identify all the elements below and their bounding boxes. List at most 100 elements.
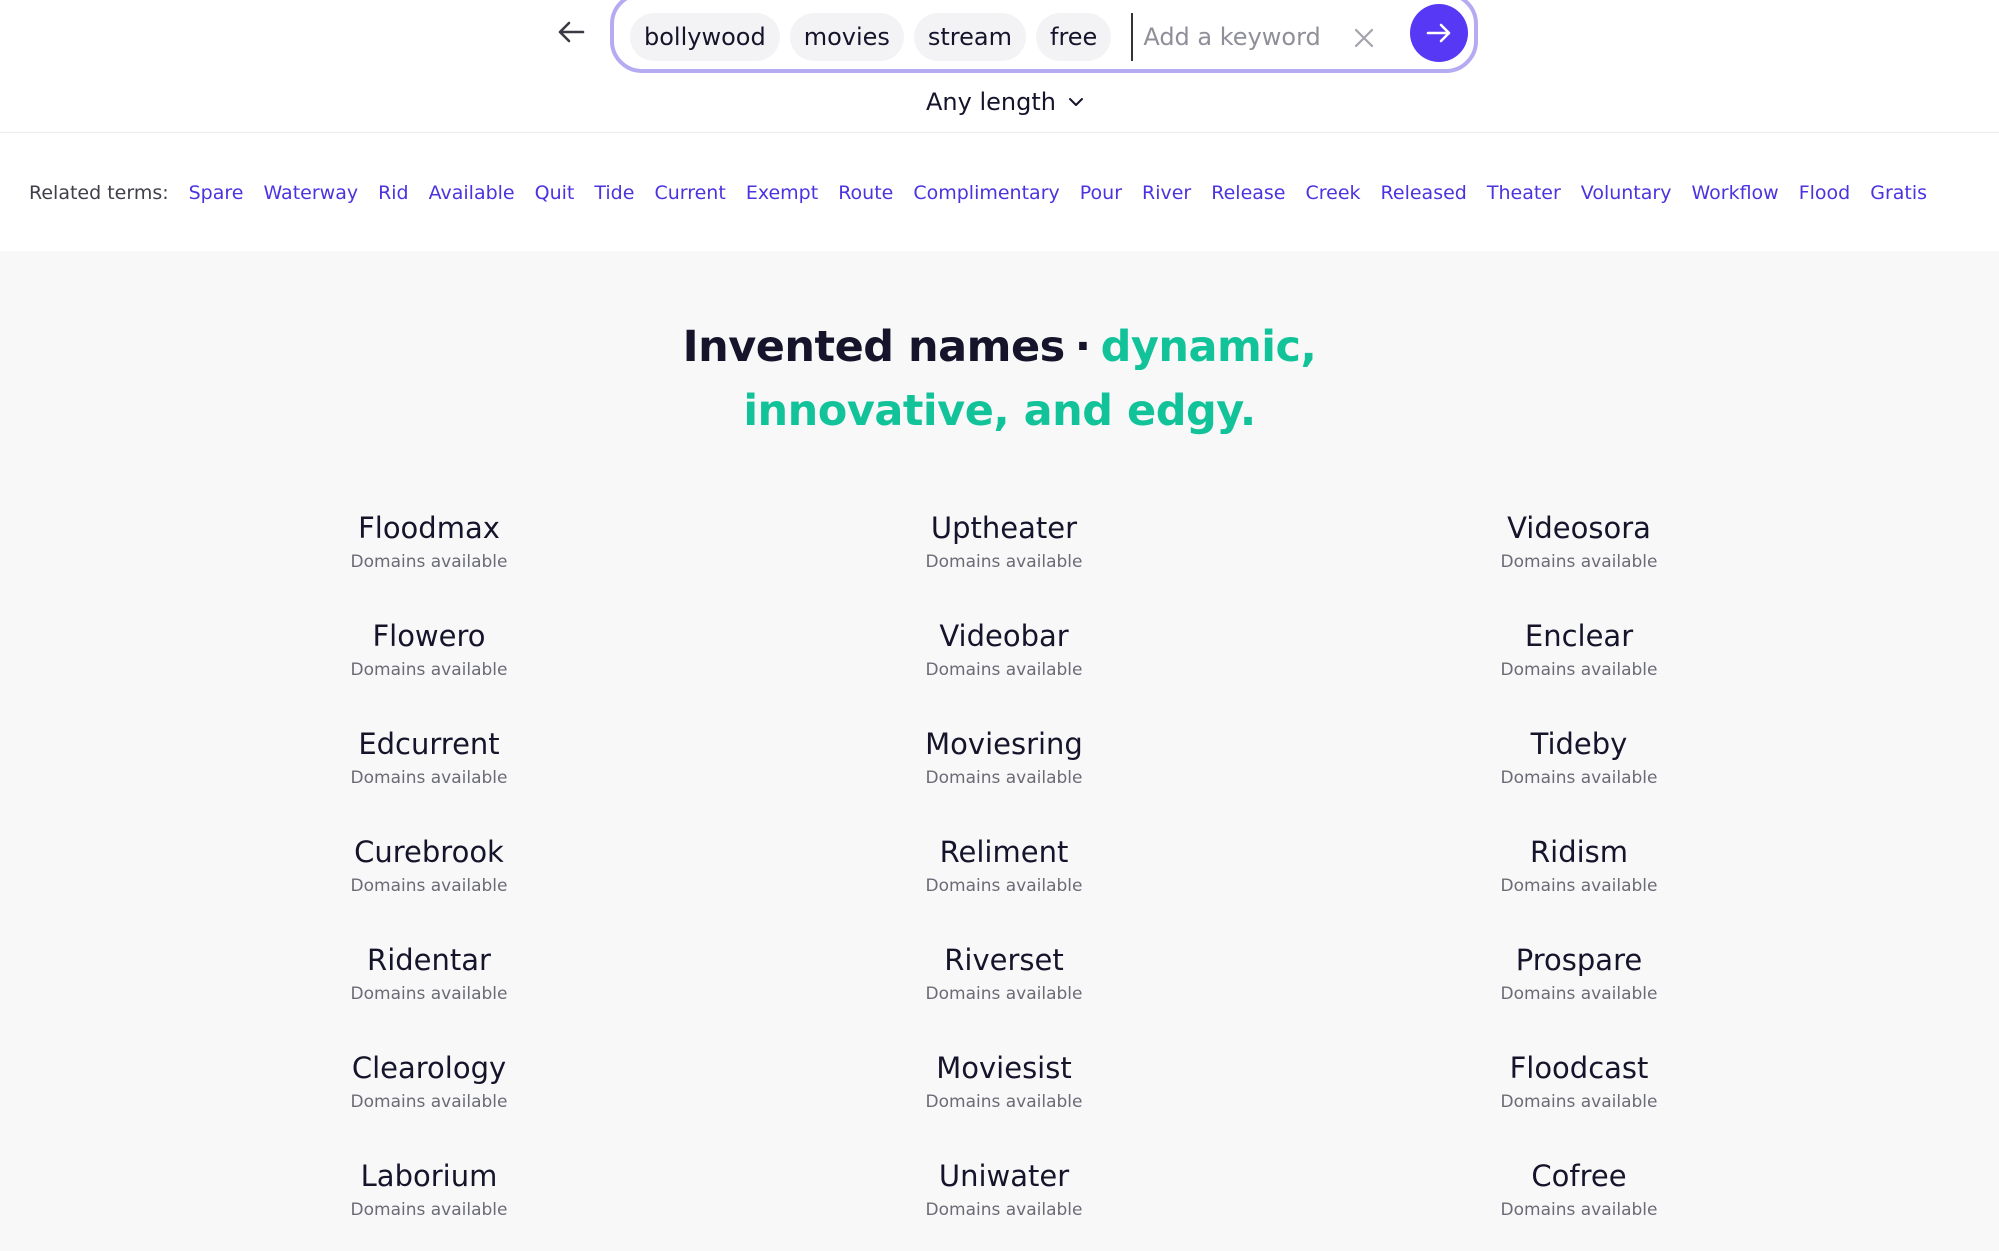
arrow-right-icon: [1426, 23, 1451, 43]
name-card[interactable]: Reliment Domains available: [754, 833, 1254, 917]
name-title: Videosora: [1507, 511, 1651, 545]
keyword-chip-free[interactable]: free: [1036, 12, 1112, 61]
domain-status: Domains available: [1500, 876, 1658, 896]
keyword-chip-movies[interactable]: movies: [789, 12, 904, 61]
name-card[interactable]: Laborium Domains available: [179, 1157, 679, 1241]
domain-status: Domains available: [925, 552, 1083, 572]
name-title: Curebrook: [354, 835, 504, 869]
related-term-pour[interactable]: Pour: [1080, 182, 1122, 204]
related-term-route[interactable]: Route: [838, 182, 893, 204]
keyword-chip-bollywood[interactable]: bollywood: [630, 12, 780, 61]
name-title: Ridism: [1529, 835, 1629, 869]
related-term-river[interactable]: River: [1142, 182, 1191, 204]
name-card[interactable]: Floodcast Domains available: [1329, 1049, 1829, 1133]
name-title: Floodcast: [1509, 1051, 1649, 1085]
title-description-part-2: innovative, and edgy.: [743, 386, 1256, 436]
related-term-exempt[interactable]: Exempt: [746, 182, 818, 204]
name-title: Tideby: [1530, 727, 1628, 761]
name-card[interactable]: Uptheater Domains available: [754, 509, 1254, 593]
related-term-tide[interactable]: Tide: [594, 182, 634, 204]
name-card[interactable]: Tideby Domains available: [1329, 725, 1829, 809]
domain-status: Domains available: [925, 660, 1083, 680]
domain-status: Domains available: [1500, 1092, 1658, 1112]
name-card[interactable]: Edcurrent Domains available: [179, 725, 679, 809]
name-card[interactable]: Enclear Domains available: [1329, 617, 1829, 701]
related-term-waterway[interactable]: Waterway: [263, 182, 358, 204]
related-term-flood[interactable]: Flood: [1799, 182, 1851, 204]
name-title: Reliment: [939, 835, 1069, 869]
name-title: Clearology: [351, 1051, 507, 1085]
name-card[interactable]: Moviesist Domains available: [754, 1049, 1254, 1133]
name-card[interactable]: Curebrook Domains available: [179, 833, 679, 917]
name-card[interactable]: Prospare Domains available: [1329, 941, 1829, 1025]
arrow-left-icon: [558, 21, 585, 43]
keyword-chip-stream[interactable]: stream: [913, 12, 1026, 61]
name-title: Flowero: [372, 619, 486, 653]
domain-status: Domains available: [350, 876, 508, 896]
name-card[interactable]: Ridentar Domains available: [179, 941, 679, 1025]
search-submit-button[interactable]: [1410, 4, 1468, 62]
related-term-spare[interactable]: Spare: [189, 182, 244, 204]
domain-status: Domains available: [350, 1092, 508, 1112]
title-description-part-1: dynamic,: [1100, 322, 1317, 372]
length-dropdown[interactable]: Any length: [926, 84, 1084, 120]
related-terms-bar: Related terms: Spare Waterway Rid Availa…: [0, 134, 1999, 251]
name-card[interactable]: Riverset Domains available: [754, 941, 1254, 1025]
related-term-theater[interactable]: Theater: [1487, 182, 1561, 204]
name-card[interactable]: Videosora Domains available: [1329, 509, 1829, 593]
related-term-released[interactable]: Released: [1381, 182, 1467, 204]
length-dropdown-label: Any length: [926, 88, 1056, 116]
domain-status: Domains available: [350, 552, 508, 572]
name-title: Videobar: [939, 619, 1069, 653]
name-title: Moviesist: [936, 1051, 1072, 1085]
name-title: Enclear: [1524, 619, 1634, 653]
name-title: Uptheater: [930, 511, 1078, 545]
related-term-rid[interactable]: Rid: [378, 182, 409, 204]
name-title: Edcurrent: [358, 727, 500, 761]
related-term-complimentary[interactable]: Complimentary: [913, 182, 1059, 204]
related-term-gratis[interactable]: Gratis: [1870, 182, 1927, 204]
name-card[interactable]: Clearology Domains available: [179, 1049, 679, 1133]
domain-status: Domains available: [925, 984, 1083, 1004]
domain-status: Domains available: [350, 660, 508, 680]
name-card[interactable]: Cofree Domains available: [1329, 1157, 1829, 1241]
clear-button[interactable]: [1344, 18, 1384, 58]
title-category: Invented names: [682, 322, 1066, 372]
related-term-available[interactable]: Available: [429, 182, 515, 204]
name-title: Laborium: [360, 1159, 498, 1193]
related-term-release[interactable]: Release: [1211, 182, 1285, 204]
related-term-creek[interactable]: Creek: [1306, 182, 1361, 204]
name-card[interactable]: Uniwater Domains available: [754, 1157, 1254, 1241]
name-title: Uniwater: [938, 1159, 1070, 1193]
title-separator: ·: [1074, 322, 1091, 372]
page-title: Invented names · dynamic, innovative, and …: [0, 315, 1999, 443]
domain-status: Domains available: [350, 768, 508, 788]
name-title: Prospare: [1515, 943, 1643, 977]
related-term-workflow[interactable]: Workflow: [1691, 182, 1778, 204]
domain-status: Domains available: [1500, 768, 1658, 788]
name-title: Ridentar: [367, 943, 491, 977]
back-button[interactable]: [553, 14, 589, 50]
domain-status: Domains available: [925, 876, 1083, 896]
related-term-voluntary[interactable]: Voluntary: [1581, 182, 1672, 204]
name-title: Floodmax: [358, 511, 500, 545]
domain-status: Domains available: [350, 984, 508, 1004]
name-card[interactable]: Flowero Domains available: [179, 617, 679, 701]
close-icon: [1354, 28, 1374, 48]
domain-status: Domains available: [925, 1092, 1083, 1112]
name-title: Riverset: [944, 943, 1064, 977]
search-header: bollywood movies stream free Any length: [0, 0, 1999, 133]
domain-status: Domains available: [1500, 984, 1658, 1004]
related-term-current[interactable]: Current: [654, 182, 725, 204]
domain-status: Domains available: [1500, 552, 1658, 572]
related-term-quit[interactable]: Quit: [535, 182, 575, 204]
name-card[interactable]: Floodmax Domains available: [179, 509, 679, 593]
results-section: Invented names · dynamic, innovative, and …: [0, 251, 1999, 1251]
domain-status: Domains available: [350, 1200, 508, 1220]
keyword-search-box: bollywood movies stream free: [610, 0, 1478, 73]
domain-status: Domains available: [1500, 1200, 1658, 1220]
name-card[interactable]: Videobar Domains available: [754, 617, 1254, 701]
name-card[interactable]: Ridism Domains available: [1329, 833, 1829, 917]
domain-status: Domains available: [925, 1200, 1083, 1220]
name-card[interactable]: Moviesring Domains available: [754, 725, 1254, 809]
